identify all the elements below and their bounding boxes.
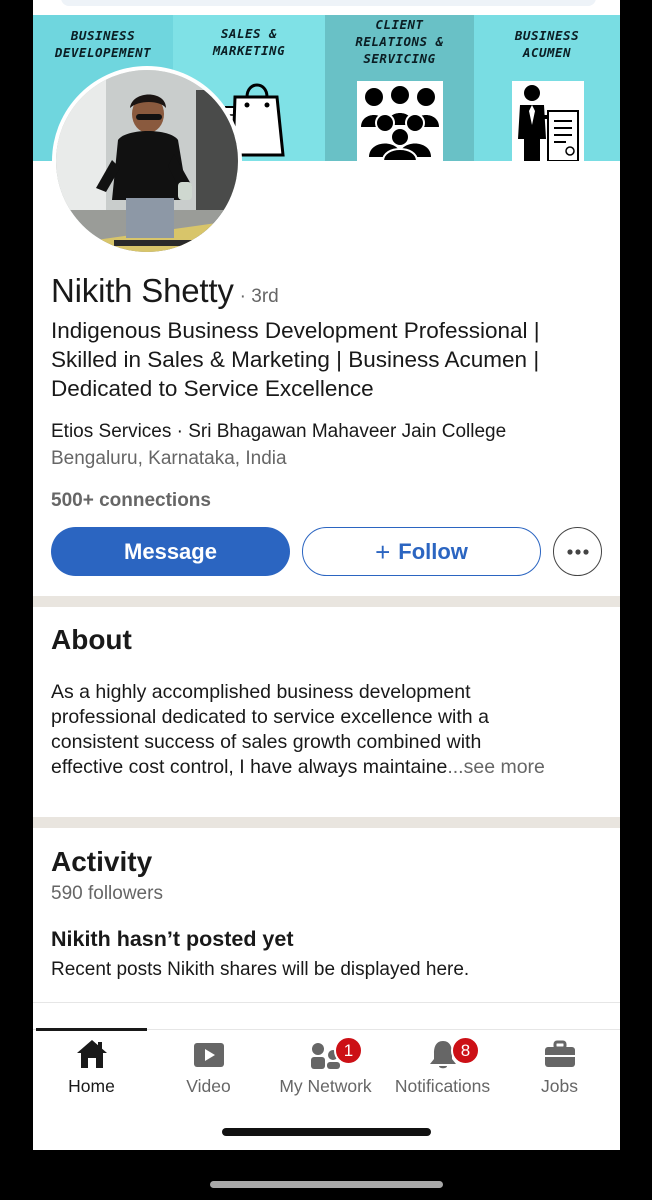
follow-button-label: Follow — [398, 538, 468, 564]
nav-home[interactable]: Home — [33, 1030, 150, 1110]
headline-line: Skilled in Sales & Marketing | Business … — [51, 347, 540, 372]
briefcase-icon — [501, 1038, 618, 1070]
profile-headline: Indigenous Business Development Professi… — [51, 316, 611, 403]
profile-company-school[interactable]: Etios Services · Sri Bhagawan Mahaveer J… — [51, 421, 506, 443]
nav-jobs[interactable]: Jobs — [501, 1030, 618, 1110]
about-line-last: effective cost control, I have always ma… — [51, 755, 611, 780]
profile-name-row: Nikith Shetty · 3rd — [51, 272, 279, 310]
connection-degree: · 3rd — [239, 286, 279, 307]
headline-line: Indigenous Business Development Professi… — [51, 318, 540, 343]
no-posts-title: Nikith hasn’t posted yet — [51, 927, 294, 951]
message-button-label: Message — [124, 538, 217, 564]
device-home-indicator — [210, 1181, 443, 1188]
about-line: consistent success of sales growth combi… — [51, 731, 482, 753]
no-posts-subtitle: Recent posts Nikith shares will be displ… — [51, 959, 470, 980]
search-bar-remnant[interactable] — [61, 0, 596, 6]
nav-video[interactable]: Video — [150, 1030, 267, 1110]
about-heading: About — [51, 624, 132, 655]
notifications-badge: 8 — [451, 1036, 480, 1065]
section-divider — [33, 596, 620, 607]
follow-button[interactable]: + Follow — [302, 527, 541, 576]
about-text[interactable]: As a highly accomplished business develo… — [51, 680, 611, 780]
nav-notifications[interactable]: 8 Notifications — [384, 1030, 501, 1110]
network-icon — [267, 1038, 384, 1070]
people-group-icon — [357, 81, 443, 161]
banner-segment-business-acumen: BUSINESS ACUMEN — [474, 15, 620, 161]
profile-name: Nikith Shetty — [51, 272, 234, 309]
profile-connections[interactable]: 500+ connections — [51, 490, 211, 512]
headline-line: Dedicated to Service Excellence — [51, 376, 374, 401]
home-icon — [33, 1038, 150, 1070]
see-more-link[interactable]: ...see more — [447, 756, 545, 778]
nav-jobs-label: Jobs — [541, 1076, 578, 1096]
banner-segment-client-relations: CLIENT RELATIONS & SERVICING — [325, 15, 474, 161]
more-horizontal-icon — [566, 548, 589, 555]
businessman-document-icon — [512, 81, 584, 161]
activity-heading: Activity — [51, 846, 153, 877]
home-indicator — [222, 1128, 431, 1136]
bell-icon — [384, 1038, 501, 1070]
followers-count: 590 followers — [51, 883, 163, 904]
plus-icon: + — [375, 536, 391, 567]
avatar-photo — [56, 70, 238, 252]
banner-text-business-development: BUSINESS DEVELOPEMENT — [54, 28, 152, 60]
profile-avatar[interactable] — [52, 66, 242, 256]
about-line-text: effective cost control, I have always ma… — [51, 756, 448, 778]
more-options-button[interactable] — [553, 527, 602, 576]
network-badge: 1 — [334, 1036, 363, 1065]
banner-text-business-acumen: BUSINESS ACUMEN — [514, 28, 580, 60]
nav-my-network[interactable]: 1 My Network — [267, 1030, 384, 1110]
video-icon — [150, 1038, 267, 1070]
top-bar-remnant — [33, 0, 620, 15]
about-line: professional dedicated to service excell… — [51, 706, 489, 728]
profile-screen: BUSINESS DEVELOPEMENT SALES & MARKETING … — [33, 0, 620, 1150]
activity-separator — [33, 1002, 620, 1003]
banner-text-sales-marketing: SALES & MARKETING — [212, 26, 286, 58]
message-button[interactable]: Message — [51, 527, 290, 576]
profile-location: Bengaluru, Karnataka, India — [51, 448, 287, 469]
about-line: As a highly accomplished business develo… — [51, 681, 471, 703]
banner-text-client-relations: CLIENT RELATIONS & SERVICING — [355, 17, 444, 66]
section-divider — [33, 817, 620, 828]
